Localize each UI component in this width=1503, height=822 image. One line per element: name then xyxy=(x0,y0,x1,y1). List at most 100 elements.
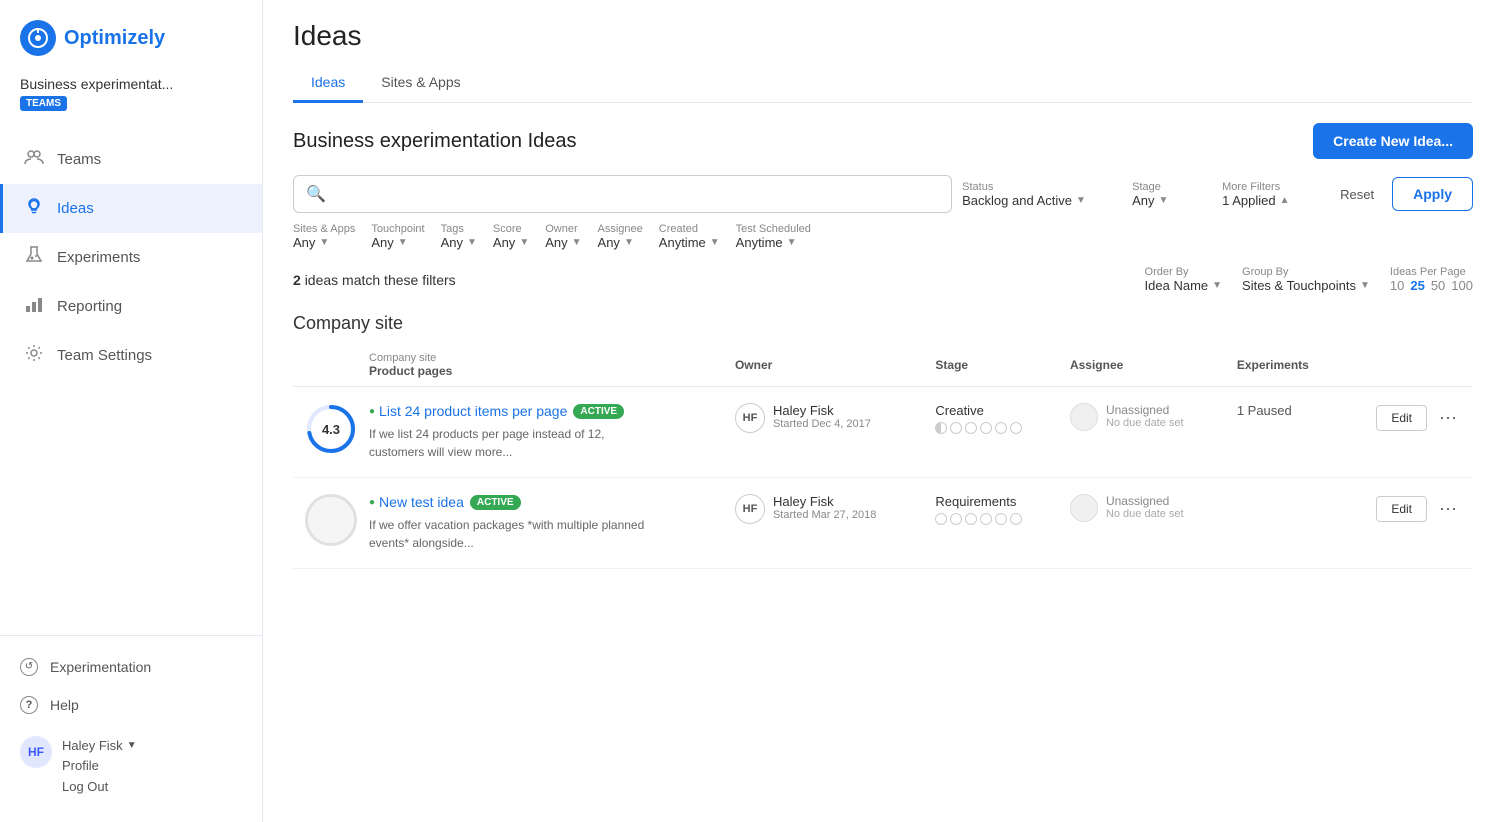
col-experiments: Experiments xyxy=(1225,344,1341,387)
tags-filter[interactable]: Tags Any ▼ xyxy=(441,223,477,250)
per-page-100[interactable]: 100 xyxy=(1451,278,1473,293)
idea-name-link-2[interactable]: New test idea xyxy=(379,494,464,510)
idea-cell-1: ● List 24 product items per page ACTIVE … xyxy=(369,387,723,478)
sidebar-item-help[interactable]: ? Help xyxy=(0,686,262,724)
touchpoint-filter[interactable]: Touchpoint Any ▼ xyxy=(371,223,424,250)
more-filters-value[interactable]: 1 Applied ▲ xyxy=(1222,193,1322,208)
sidebar-item-ideas[interactable]: Ideas xyxy=(0,184,262,233)
group-by-control[interactable]: Group By Sites & Touchpoints ▼ xyxy=(1242,266,1370,293)
star2-4 xyxy=(980,513,992,525)
create-idea-button[interactable]: Create New Idea... xyxy=(1313,123,1473,159)
assignee-cell-1: Unassigned No due date set xyxy=(1058,387,1225,478)
owner-name-2: Haley Fisk xyxy=(773,494,876,509)
tags-chevron-icon: ▼ xyxy=(467,237,477,248)
status-chevron-icon: ▼ xyxy=(1076,195,1086,206)
owner-name-1: Haley Fisk xyxy=(773,403,871,418)
filters-row-1: 🔍 Status Backlog and Active ▼ Stage Any … xyxy=(293,175,1473,213)
account-name: Business experimentat... xyxy=(20,76,242,92)
per-page-options: 10 25 50 100 xyxy=(1390,278,1473,293)
order-by-chevron-icon: ▼ xyxy=(1212,280,1222,291)
tab-ideas[interactable]: Ideas xyxy=(293,64,363,103)
test-scheduled-chevron-icon: ▼ xyxy=(787,237,797,248)
sidebar-item-teams[interactable]: Teams xyxy=(0,135,262,184)
sites-apps-chevron-icon: ▼ xyxy=(319,237,329,248)
assignee-name-2: Unassigned xyxy=(1106,494,1184,508)
assignee-name-1: Unassigned xyxy=(1106,403,1184,417)
stage-filter[interactable]: Stage Any ▼ xyxy=(1132,181,1212,208)
created-filter[interactable]: Created Anytime ▼ xyxy=(659,223,720,250)
tab-sites-apps[interactable]: Sites & Apps xyxy=(363,64,478,103)
sidebar-item-experiments[interactable]: Experiments xyxy=(0,233,262,282)
sidebar-item-teams-label: Teams xyxy=(57,151,101,168)
star2-2 xyxy=(950,513,962,525)
search-input[interactable] xyxy=(334,186,939,202)
score-chevron-icon: ▼ xyxy=(519,237,529,248)
stage-filter-value[interactable]: Any ▼ xyxy=(1132,193,1212,208)
stage-cell-1: Creative xyxy=(923,387,1058,478)
created-label: Created xyxy=(659,223,720,235)
sites-apps-label: Sites & Apps xyxy=(293,223,355,235)
search-icon: 🔍 xyxy=(306,184,326,204)
sites-apps-filter[interactable]: Sites & Apps Any ▼ xyxy=(293,223,355,250)
sidebar-item-team-settings-label: Team Settings xyxy=(57,347,152,364)
results-bar: 2 ideas match these filters Order By Ide… xyxy=(293,266,1473,293)
status-filter-value[interactable]: Backlog and Active ▼ xyxy=(962,193,1122,208)
sidebar-item-experimentation-label: Experimentation xyxy=(50,659,151,675)
owner-date-1: Started Dec 4, 2017 xyxy=(773,418,871,430)
assignee-cell-2: Unassigned No due date set xyxy=(1058,478,1225,569)
idea-name-link-1[interactable]: List 24 product items per page xyxy=(379,403,567,419)
experimentation-icon: ↺ xyxy=(20,658,38,676)
star2-3 xyxy=(965,513,977,525)
sidebar-item-experimentation[interactable]: ↺ Experimentation xyxy=(0,648,262,686)
more-button-1[interactable]: ··· xyxy=(1435,403,1461,432)
sidebar-item-reporting[interactable]: Reporting xyxy=(0,282,262,331)
sidebar-item-team-settings[interactable]: Team Settings xyxy=(0,331,262,380)
col-stage: Stage xyxy=(923,344,1058,387)
stage-stars-1 xyxy=(935,422,1046,434)
page-header: Ideas Ideas Sites & Apps xyxy=(263,0,1503,103)
content-area: Business experimentation Ideas Create Ne… xyxy=(263,103,1503,822)
star-6 xyxy=(1010,422,1022,434)
tabs: Ideas Sites & Apps xyxy=(293,64,1473,103)
col-assignee: Assignee xyxy=(1058,344,1225,387)
sidebar-item-ideas-label: Ideas xyxy=(57,200,94,217)
per-page-50[interactable]: 50 xyxy=(1431,278,1445,293)
logo[interactable]: Optimizely xyxy=(0,0,262,72)
assignee-date-1: No due date set xyxy=(1106,417,1184,429)
logout-link[interactable]: Log Out xyxy=(62,777,137,798)
owner-date-2: Started Mar 27, 2018 xyxy=(773,509,876,521)
test-scheduled-filter[interactable]: Test Scheduled Anytime ▼ xyxy=(736,223,811,250)
col-owner: Owner xyxy=(723,344,923,387)
owner-avatar-2: HF xyxy=(735,494,765,524)
col-idea: Company site Product pages xyxy=(369,344,723,387)
section-title: Business experimentation Ideas xyxy=(293,130,577,153)
results-count-text: 2 ideas match these filters xyxy=(293,272,456,288)
main-content: Ideas Ideas Sites & Apps Business experi… xyxy=(263,0,1503,822)
actions-cell-1: Edit ··· xyxy=(1341,387,1473,478)
status-badge-2: ACTIVE xyxy=(470,495,521,510)
search-box[interactable]: 🔍 xyxy=(293,175,952,213)
status-dot-1: ● xyxy=(369,406,375,417)
assignee-filter[interactable]: Assignee Any ▼ xyxy=(598,223,643,250)
owner-filter[interactable]: Owner Any ▼ xyxy=(545,223,581,250)
edit-button-2[interactable]: Edit xyxy=(1376,496,1427,522)
score-filter[interactable]: Score Any ▼ xyxy=(493,223,529,250)
star2-5 xyxy=(995,513,1007,525)
per-page-25[interactable]: 25 xyxy=(1410,278,1424,293)
reset-button[interactable]: Reset xyxy=(1332,181,1382,208)
table-row: ● New test idea ACTIVE If we offer vacat… xyxy=(293,478,1473,569)
more-button-2[interactable]: ··· xyxy=(1435,494,1461,523)
experiments-cell-2 xyxy=(1225,478,1341,569)
profile-link[interactable]: Profile xyxy=(62,756,137,777)
more-filters[interactable]: More Filters 1 Applied ▲ xyxy=(1222,181,1322,208)
edit-button-1[interactable]: Edit xyxy=(1376,405,1427,431)
star2-1 xyxy=(935,513,947,525)
apply-button[interactable]: Apply xyxy=(1392,177,1473,211)
idea-description-1: If we list 24 products per page instead … xyxy=(369,425,649,461)
order-by-control[interactable]: Order By Idea Name ▼ xyxy=(1145,266,1223,293)
actions-cell-2: Edit ··· xyxy=(1341,478,1473,569)
per-page-10[interactable]: 10 xyxy=(1390,278,1404,293)
status-filter[interactable]: Status Backlog and Active ▼ xyxy=(962,181,1122,208)
owner-label: Owner xyxy=(545,223,581,235)
logo-icon xyxy=(20,20,56,56)
